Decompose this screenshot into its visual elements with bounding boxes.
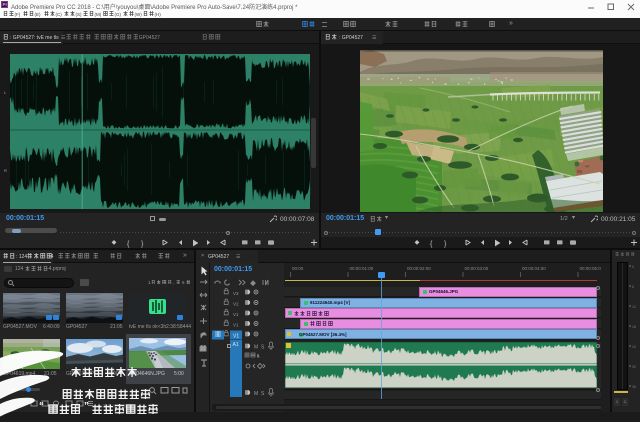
svg-text:S: S xyxy=(261,345,265,351)
svg-text:30: 30 xyxy=(632,365,636,369)
svg-text:V2: V2 xyxy=(233,302,239,307)
svg-text:12: 12 xyxy=(632,305,636,309)
svg-text:A1: A1 xyxy=(233,342,239,348)
svg-text:36: 36 xyxy=(632,385,636,389)
svg-text:6: 6 xyxy=(632,285,634,289)
svg-text:V3: V3 xyxy=(233,291,239,296)
svg-text:V1: V1 xyxy=(233,312,239,317)
svg-text:0: 0 xyxy=(632,265,634,269)
svg-text:18: 18 xyxy=(632,325,636,329)
svg-text:1: 1 xyxy=(257,353,260,358)
svg-text:V1: V1 xyxy=(233,323,239,328)
svg-text:24: 24 xyxy=(632,345,636,349)
svg-text:V1: V1 xyxy=(233,334,239,340)
svg-text:M: M xyxy=(254,391,258,397)
svg-text:S: S xyxy=(261,391,265,397)
svg-text:M: M xyxy=(254,345,258,351)
